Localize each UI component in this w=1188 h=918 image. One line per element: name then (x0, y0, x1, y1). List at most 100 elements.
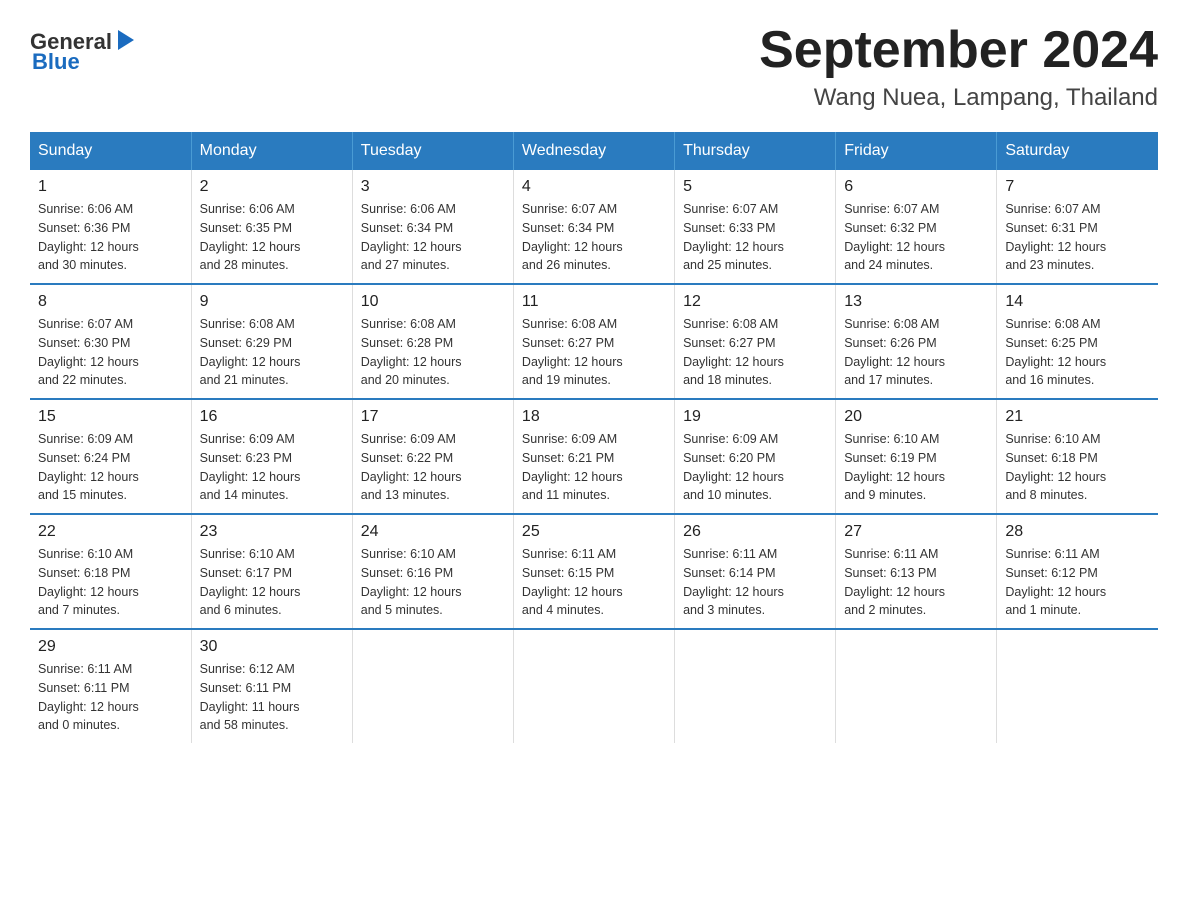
logo: General Blue (30, 30, 137, 74)
day-number: 9 (200, 293, 344, 311)
header-wednesday: Wednesday (513, 132, 674, 170)
table-row: 1 Sunrise: 6:06 AMSunset: 6:36 PMDayligh… (30, 170, 191, 284)
day-info: Sunrise: 6:10 AMSunset: 6:18 PMDaylight:… (1005, 430, 1150, 505)
day-number: 30 (200, 638, 344, 656)
day-info: Sunrise: 6:10 AMSunset: 6:18 PMDaylight:… (38, 545, 183, 620)
table-row: 24 Sunrise: 6:10 AMSunset: 6:16 PMDaylig… (352, 514, 513, 629)
day-info: Sunrise: 6:11 AMSunset: 6:14 PMDaylight:… (683, 545, 827, 620)
table-row (352, 629, 513, 743)
table-row: 16 Sunrise: 6:09 AMSunset: 6:23 PMDaylig… (191, 399, 352, 514)
day-number: 15 (38, 408, 183, 426)
day-number: 11 (522, 293, 666, 311)
day-info: Sunrise: 6:10 AMSunset: 6:16 PMDaylight:… (361, 545, 505, 620)
day-info: Sunrise: 6:11 AMSunset: 6:13 PMDaylight:… (844, 545, 988, 620)
table-row: 14 Sunrise: 6:08 AMSunset: 6:25 PMDaylig… (997, 284, 1158, 399)
table-row (997, 629, 1158, 743)
day-number: 4 (522, 178, 666, 196)
calendar-table: Sunday Monday Tuesday Wednesday Thursday… (30, 132, 1158, 743)
day-number: 19 (683, 408, 827, 426)
day-info: Sunrise: 6:08 AMSunset: 6:28 PMDaylight:… (361, 315, 505, 390)
table-row: 23 Sunrise: 6:10 AMSunset: 6:17 PMDaylig… (191, 514, 352, 629)
table-row: 3 Sunrise: 6:06 AMSunset: 6:34 PMDayligh… (352, 170, 513, 284)
table-row: 10 Sunrise: 6:08 AMSunset: 6:28 PMDaylig… (352, 284, 513, 399)
day-info: Sunrise: 6:06 AMSunset: 6:35 PMDaylight:… (200, 200, 344, 275)
table-row: 15 Sunrise: 6:09 AMSunset: 6:24 PMDaylig… (30, 399, 191, 514)
day-info: Sunrise: 6:07 AMSunset: 6:30 PMDaylight:… (38, 315, 183, 390)
table-row: 18 Sunrise: 6:09 AMSunset: 6:21 PMDaylig… (513, 399, 674, 514)
day-number: 26 (683, 523, 827, 541)
day-number: 12 (683, 293, 827, 311)
header-saturday: Saturday (997, 132, 1158, 170)
table-row: 25 Sunrise: 6:11 AMSunset: 6:15 PMDaylig… (513, 514, 674, 629)
table-row: 11 Sunrise: 6:08 AMSunset: 6:27 PMDaylig… (513, 284, 674, 399)
day-info: Sunrise: 6:07 AMSunset: 6:32 PMDaylight:… (844, 200, 988, 275)
day-info: Sunrise: 6:06 AMSunset: 6:34 PMDaylight:… (361, 200, 505, 275)
day-info: Sunrise: 6:09 AMSunset: 6:20 PMDaylight:… (683, 430, 827, 505)
day-info: Sunrise: 6:10 AMSunset: 6:17 PMDaylight:… (200, 545, 344, 620)
day-info: Sunrise: 6:11 AMSunset: 6:15 PMDaylight:… (522, 545, 666, 620)
day-info: Sunrise: 6:12 AMSunset: 6:11 PMDaylight:… (200, 660, 344, 735)
day-number: 2 (200, 178, 344, 196)
day-number: 23 (200, 523, 344, 541)
day-number: 10 (361, 293, 505, 311)
table-row: 13 Sunrise: 6:08 AMSunset: 6:26 PMDaylig… (836, 284, 997, 399)
table-row: 21 Sunrise: 6:10 AMSunset: 6:18 PMDaylig… (997, 399, 1158, 514)
table-row: 28 Sunrise: 6:11 AMSunset: 6:12 PMDaylig… (997, 514, 1158, 629)
table-row (836, 629, 997, 743)
day-number: 18 (522, 408, 666, 426)
table-row: 29 Sunrise: 6:11 AMSunset: 6:11 PMDaylig… (30, 629, 191, 743)
calendar-week-row: 15 Sunrise: 6:09 AMSunset: 6:24 PMDaylig… (30, 399, 1158, 514)
day-info: Sunrise: 6:06 AMSunset: 6:36 PMDaylight:… (38, 200, 183, 275)
title-area: September 2024 Wang Nuea, Lampang, Thail… (759, 20, 1158, 112)
day-number: 27 (844, 523, 988, 541)
table-row: 26 Sunrise: 6:11 AMSunset: 6:14 PMDaylig… (675, 514, 836, 629)
table-row (513, 629, 674, 743)
day-info: Sunrise: 6:08 AMSunset: 6:27 PMDaylight:… (683, 315, 827, 390)
calendar-week-row: 22 Sunrise: 6:10 AMSunset: 6:18 PMDaylig… (30, 514, 1158, 629)
day-number: 3 (361, 178, 505, 196)
calendar-week-row: 8 Sunrise: 6:07 AMSunset: 6:30 PMDayligh… (30, 284, 1158, 399)
header-thursday: Thursday (675, 132, 836, 170)
day-number: 22 (38, 523, 183, 541)
day-info: Sunrise: 6:08 AMSunset: 6:29 PMDaylight:… (200, 315, 344, 390)
table-row: 27 Sunrise: 6:11 AMSunset: 6:13 PMDaylig… (836, 514, 997, 629)
table-row: 30 Sunrise: 6:12 AMSunset: 6:11 PMDaylig… (191, 629, 352, 743)
day-info: Sunrise: 6:07 AMSunset: 6:34 PMDaylight:… (522, 200, 666, 275)
page-title: September 2024 (759, 20, 1158, 80)
day-number: 8 (38, 293, 183, 311)
table-row: 8 Sunrise: 6:07 AMSunset: 6:30 PMDayligh… (30, 284, 191, 399)
day-number: 20 (844, 408, 988, 426)
table-row: 5 Sunrise: 6:07 AMSunset: 6:33 PMDayligh… (675, 170, 836, 284)
day-number: 25 (522, 523, 666, 541)
day-number: 1 (38, 178, 183, 196)
table-row: 17 Sunrise: 6:09 AMSunset: 6:22 PMDaylig… (352, 399, 513, 514)
day-number: 21 (1005, 408, 1150, 426)
day-number: 13 (844, 293, 988, 311)
table-row: 9 Sunrise: 6:08 AMSunset: 6:29 PMDayligh… (191, 284, 352, 399)
day-number: 7 (1005, 178, 1150, 196)
table-row: 19 Sunrise: 6:09 AMSunset: 6:20 PMDaylig… (675, 399, 836, 514)
logo-blue: Blue (32, 49, 80, 74)
day-info: Sunrise: 6:08 AMSunset: 6:25 PMDaylight:… (1005, 315, 1150, 390)
day-number: 16 (200, 408, 344, 426)
table-row: 7 Sunrise: 6:07 AMSunset: 6:31 PMDayligh… (997, 170, 1158, 284)
day-info: Sunrise: 6:07 AMSunset: 6:33 PMDaylight:… (683, 200, 827, 275)
page-subtitle: Wang Nuea, Lampang, Thailand (759, 84, 1158, 112)
table-row: 4 Sunrise: 6:07 AMSunset: 6:34 PMDayligh… (513, 170, 674, 284)
day-info: Sunrise: 6:08 AMSunset: 6:26 PMDaylight:… (844, 315, 988, 390)
calendar-week-row: 1 Sunrise: 6:06 AMSunset: 6:36 PMDayligh… (30, 170, 1158, 284)
header-friday: Friday (836, 132, 997, 170)
header-sunday: Sunday (30, 132, 191, 170)
day-info: Sunrise: 6:08 AMSunset: 6:27 PMDaylight:… (522, 315, 666, 390)
day-info: Sunrise: 6:10 AMSunset: 6:19 PMDaylight:… (844, 430, 988, 505)
day-info: Sunrise: 6:09 AMSunset: 6:23 PMDaylight:… (200, 430, 344, 505)
day-number: 5 (683, 178, 827, 196)
table-row: 22 Sunrise: 6:10 AMSunset: 6:18 PMDaylig… (30, 514, 191, 629)
day-info: Sunrise: 6:09 AMSunset: 6:22 PMDaylight:… (361, 430, 505, 505)
calendar-header-row: Sunday Monday Tuesday Wednesday Thursday… (30, 132, 1158, 170)
calendar-week-row: 29 Sunrise: 6:11 AMSunset: 6:11 PMDaylig… (30, 629, 1158, 743)
day-number: 29 (38, 638, 183, 656)
page-header: General Blue September 2024 Wang Nuea, L… (30, 20, 1158, 112)
table-row: 12 Sunrise: 6:08 AMSunset: 6:27 PMDaylig… (675, 284, 836, 399)
day-number: 24 (361, 523, 505, 541)
